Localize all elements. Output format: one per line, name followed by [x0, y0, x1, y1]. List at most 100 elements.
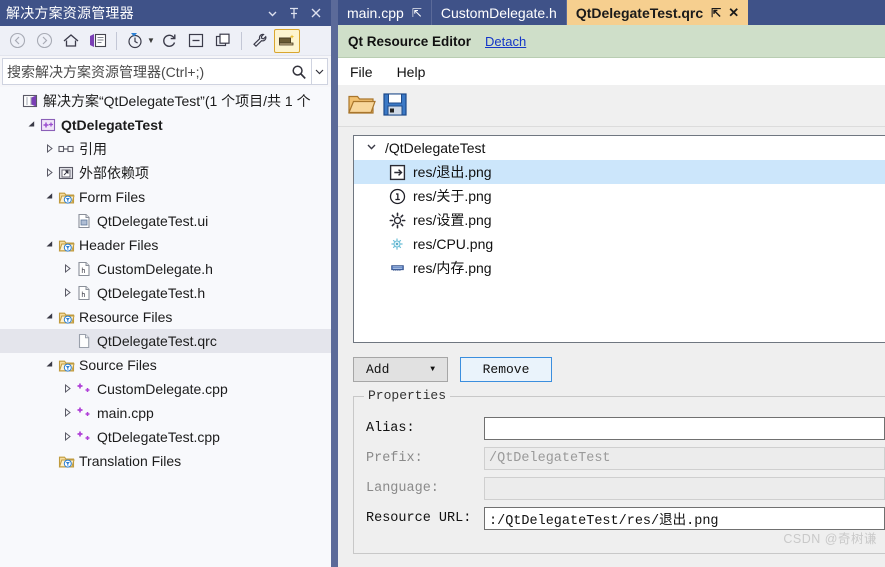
resource-row[interactable]: res/设置.png: [354, 208, 885, 232]
resource-row[interactable]: res/退出.png: [354, 160, 885, 184]
tree-row-label: CustomDelegate.cpp: [97, 381, 228, 397]
editor-tab[interactable]: main.cpp ⇱: [338, 0, 432, 25]
tree-row[interactable]: Source Files: [0, 353, 331, 377]
resource-row[interactable]: res/CPU.png: [354, 232, 885, 256]
tree-row[interactable]: QtDelegateTest: [0, 113, 331, 137]
svg-text:h: h: [81, 291, 85, 299]
search-input[interactable]: 搜索解决方案资源管理器(Ctrl+;): [3, 62, 287, 82]
tab-pin-icon[interactable]: ⇱: [412, 6, 422, 20]
sync-with-active-document-icon[interactable]: [85, 29, 111, 53]
collapse-arrow-icon[interactable]: [42, 240, 56, 251]
pending-changes-filter-icon[interactable]: [122, 29, 148, 53]
tree-row[interactable]: CustomDelegate.cpp: [0, 377, 331, 401]
expand-arrow-icon[interactable]: [60, 287, 74, 299]
tree-row[interactable]: main.cpp: [0, 401, 331, 425]
home-icon[interactable]: [58, 29, 84, 53]
tab-close-icon[interactable]: ✕: [728, 5, 739, 21]
expand-arrow-icon[interactable]: [60, 263, 74, 275]
tree-row[interactable]: 引用: [0, 137, 331, 161]
expand-arrow-icon[interactable]: [60, 407, 74, 419]
editor-tab[interactable]: CustomDelegate.h: [431, 0, 567, 25]
header-file-icon: h: [74, 261, 94, 277]
remove-button[interactable]: Remove: [460, 357, 552, 382]
toolbar-separator: [116, 31, 117, 50]
solution-explorer-toolbar: ▼: [0, 26, 331, 56]
external-dependencies-icon: [56, 165, 76, 181]
collapse-arrow-icon[interactable]: [24, 120, 38, 131]
tree-row-label: 解决方案“QtDelegateTest”(1 个项目/共 1 个: [43, 93, 311, 109]
expand-arrow-icon[interactable]: [60, 431, 74, 443]
tree-row[interactable]: Translation Files: [0, 449, 331, 473]
property-input: [484, 476, 885, 500]
tree-row-label: 引用: [79, 141, 107, 157]
tree-row[interactable]: Header Files: [0, 233, 331, 257]
properties-wrench-icon[interactable]: [247, 29, 273, 53]
tree-row[interactable]: QtDelegateTest.qrc: [0, 329, 331, 353]
tree-row[interactable]: Resource Files: [0, 305, 331, 329]
solution-explorer-panel: 解决方案资源管理器 ▼ 搜索解决方案资源管理器(Ctrl+;) 解决方案“QtD…: [0, 0, 331, 567]
save-disk-icon[interactable]: [381, 90, 409, 121]
tree-row-label: Header Files: [79, 237, 159, 253]
resource-row[interactable]: res/关于.png: [354, 184, 885, 208]
add-button-label: Add: [366, 362, 390, 377]
filter-folder-icon: [56, 309, 76, 325]
tree-row-label: QtDelegateTest.cpp: [97, 429, 220, 445]
bottom-strip: [353, 554, 885, 567]
collapse-arrow-icon[interactable]: [42, 192, 56, 203]
open-folder-icon[interactable]: [346, 90, 376, 121]
solution-tree[interactable]: 解决方案“QtDelegateTest”(1 个项目/共 1 个 QtDelega…: [0, 87, 331, 567]
visual-studio-window: 解决方案资源管理器 ▼ 搜索解决方案资源管理器(Ctrl+;) 解决方案“QtD…: [0, 0, 885, 567]
panel-divider[interactable]: [331, 0, 338, 567]
tree-row[interactable]: h QtDelegateTest.h: [0, 281, 331, 305]
search-dropdown-caret-icon[interactable]: [311, 59, 327, 84]
solution-explorer-search[interactable]: 搜索解决方案资源管理器(Ctrl+;): [2, 58, 328, 85]
properties-groupbox: Properties Alias: Prefix: /QtDelegateTest L…: [353, 388, 885, 554]
collapse-all-icon[interactable]: [183, 29, 209, 53]
tree-row[interactable]: h CustomDelegate.h: [0, 257, 331, 281]
tree-row[interactable]: Form Files: [0, 185, 331, 209]
property-input[interactable]: :/QtDelegateTest/res/退出.png: [484, 506, 885, 530]
tab-pin-icon[interactable]: ⇱: [711, 6, 721, 20]
resource-row[interactable]: /QtDelegateTest: [354, 136, 885, 160]
tree-row-label: 外部依赖项: [79, 165, 149, 181]
tree-row-label: QtDelegateTest.ui: [97, 213, 209, 229]
editor-tabstrip[interactable]: main.cpp ⇱ CustomDelegate.h QtDelegateTest.…: [338, 0, 885, 25]
expand-arrow-icon[interactable]: [42, 167, 56, 179]
tree-row[interactable]: 外部依赖项: [0, 161, 331, 185]
add-button[interactable]: Add ▼: [353, 357, 448, 382]
property-row: Alias:: [354, 413, 885, 443]
properties-fields: Alias: Prefix: /QtDelegateTest Language: Res…: [354, 413, 885, 533]
add-dropdown-caret-icon[interactable]: ▼: [430, 365, 435, 374]
back-icon[interactable]: [4, 29, 30, 53]
tree-row[interactable]: QtDelegateTest.cpp: [0, 425, 331, 449]
resource-file-tree[interactable]: /QtDelegateTest res/退出.png res/关于.png res/设…: [353, 135, 885, 343]
editor-tab[interactable]: QtDelegateTest.qrc ⇱ ✕: [566, 0, 749, 25]
close-icon[interactable]: [305, 2, 327, 24]
refresh-icon[interactable]: [156, 29, 182, 53]
collapse-arrow-icon[interactable]: [42, 360, 56, 371]
header-file-icon: h: [74, 285, 94, 301]
menu-item-file[interactable]: File: [347, 62, 376, 82]
expand-arrow-icon[interactable]: [60, 383, 74, 395]
property-input[interactable]: [484, 416, 885, 440]
property-label: Alias:: [366, 420, 415, 436]
filter-dropdown-caret-icon[interactable]: ▼: [147, 36, 155, 45]
dropdown-chevron-icon[interactable]: [261, 2, 283, 24]
preview-selected-items-icon[interactable]: [273, 28, 300, 53]
forward-icon[interactable]: [31, 29, 57, 53]
filter-folder-icon: [56, 453, 76, 469]
qt-menubar[interactable]: File Help: [338, 58, 885, 85]
show-all-files-icon[interactable]: [210, 29, 236, 53]
menu-item-help[interactable]: Help: [394, 62, 429, 82]
collapse-arrow-icon[interactable]: [42, 312, 56, 323]
resource-row-label: res/设置.png: [413, 212, 492, 228]
detach-link[interactable]: Detach: [485, 34, 526, 49]
expand-arrow-icon[interactable]: [42, 143, 56, 155]
tree-row[interactable]: QtDelegateTest.ui: [0, 209, 331, 233]
tree-row[interactable]: 解决方案“QtDelegateTest”(1 个项目/共 1 个: [0, 89, 331, 113]
chevron-down-icon[interactable]: [362, 141, 380, 155]
search-icon[interactable]: [287, 64, 311, 80]
pin-icon[interactable]: [283, 2, 305, 24]
qt-designer-header: Qt Resource Editor Detach: [338, 25, 885, 58]
resource-row[interactable]: res/内存.png: [354, 256, 885, 280]
